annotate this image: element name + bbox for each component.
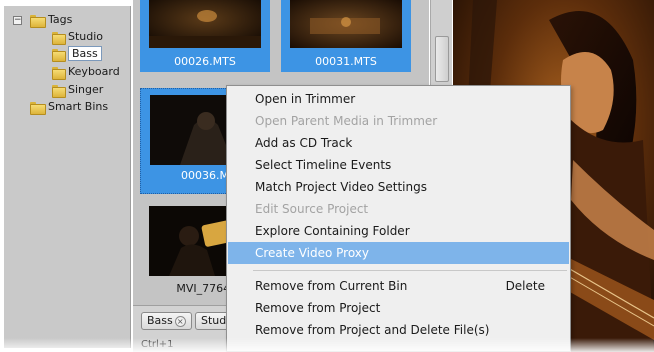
menu-item-label: Add as CD Track <box>255 136 353 150</box>
menu-item-remove-from-current-bin[interactable]: Remove from Current Bin Delete <box>228 275 569 297</box>
tree-item-singer[interactable]: Singer <box>52 81 103 98</box>
menu-item-label: Create Video Proxy <box>255 246 369 260</box>
menu-item-match-project-video-settings[interactable]: Match Project Video Settings <box>228 176 569 198</box>
menu-item-label: Remove from Project and Delete File(s) <box>255 323 490 337</box>
menu-item-label: Select Timeline Events <box>255 158 392 172</box>
tree-item-label: Singer <box>68 83 104 96</box>
menu-item-select-timeline-events[interactable]: Select Timeline Events <box>228 154 569 176</box>
menu-item-label: Open Parent Media in Trimmer <box>255 114 438 128</box>
tree-item-label: Tags <box>48 13 73 26</box>
menu-item-open-parent-media-in-trimmer: Open Parent Media in Trimmer <box>228 110 569 132</box>
tree-item-keyboard[interactable]: Keyboard <box>52 63 120 80</box>
clip-name: 00031.MTS <box>315 55 377 68</box>
tree-item-label: Keyboard <box>68 65 120 78</box>
tree-item-studio[interactable]: Studio <box>52 28 103 45</box>
menu-item-remove-from-project[interactable]: Remove from Project <box>228 297 569 319</box>
menu-item-label: Open in Trimmer <box>255 92 356 106</box>
clip-thumbnail-image <box>290 0 402 48</box>
menu-item-edit-source-project: Edit Source Project <box>228 198 569 220</box>
tree-item-label: Studio <box>68 30 104 43</box>
tree-item-bass[interactable]: Bass <box>52 45 102 62</box>
menu-item-label: Explore Containing Folder <box>255 224 410 238</box>
clip-thumbnail <box>149 0 261 48</box>
folder-icon <box>52 84 66 98</box>
menu-item-shortcut: Delete <box>505 279 545 293</box>
chip-label: Stud <box>201 314 227 327</box>
tree-item-label: Smart Bins <box>48 100 109 113</box>
shortcut-hint: Ctrl+1 <box>141 339 174 350</box>
menu-item-remove-from-project-and-delete-files[interactable]: Remove from Project and Delete File(s) <box>228 319 569 341</box>
clip-thumbnail <box>290 0 402 48</box>
menu-item-create-video-proxy[interactable]: Create Video Proxy <box>228 242 569 264</box>
folder-icon <box>30 14 46 28</box>
tag-filter-chip-bass[interactable]: Bass × <box>141 312 192 330</box>
menu-item-label: Edit Source Project <box>255 202 369 216</box>
media-clip-tile[interactable]: 00026.MTS <box>140 0 270 72</box>
chip-label: Bass <box>147 314 173 327</box>
folder-icon <box>52 48 66 62</box>
folder-icon <box>52 31 66 45</box>
menu-item-label: Remove from Current Bin <box>255 279 408 293</box>
menu-item-explore-containing-folder[interactable]: Explore Containing Folder <box>228 220 569 242</box>
menu-separator <box>253 270 567 271</box>
clip-thumbnail-image <box>149 0 261 48</box>
folder-icon <box>52 66 66 80</box>
menu-item-label: Remove from Project <box>255 301 381 315</box>
tree-item-tags[interactable]: Tags <box>30 11 72 28</box>
tree-item-smart-bins[interactable]: Smart Bins <box>30 98 108 115</box>
tags-collapse-toggle[interactable]: − <box>13 16 22 25</box>
media-clip-tile[interactable]: 00031.MTS <box>281 0 411 72</box>
menu-item-open-in-trimmer[interactable]: Open in Trimmer <box>228 88 569 110</box>
clip-name: 00026.MTS <box>174 55 236 68</box>
bins-tree-panel: − Tags Studio Bass Keyboard Singer Smart… <box>4 6 131 348</box>
vegas-project-media-window: − Tags Studio Bass Keyboard Singer Smart… <box>0 0 654 352</box>
close-icon[interactable]: × <box>174 316 186 327</box>
scrollbar-thumb[interactable] <box>435 36 449 82</box>
tree-item-label: Bass <box>68 46 102 61</box>
menu-item-label: Match Project Video Settings <box>255 180 427 194</box>
clip-context-menu: Open in Trimmer Open Parent Media in Tri… <box>226 85 571 352</box>
folder-icon <box>30 101 46 115</box>
menu-item-add-as-cd-track[interactable]: Add as CD Track <box>228 132 569 154</box>
